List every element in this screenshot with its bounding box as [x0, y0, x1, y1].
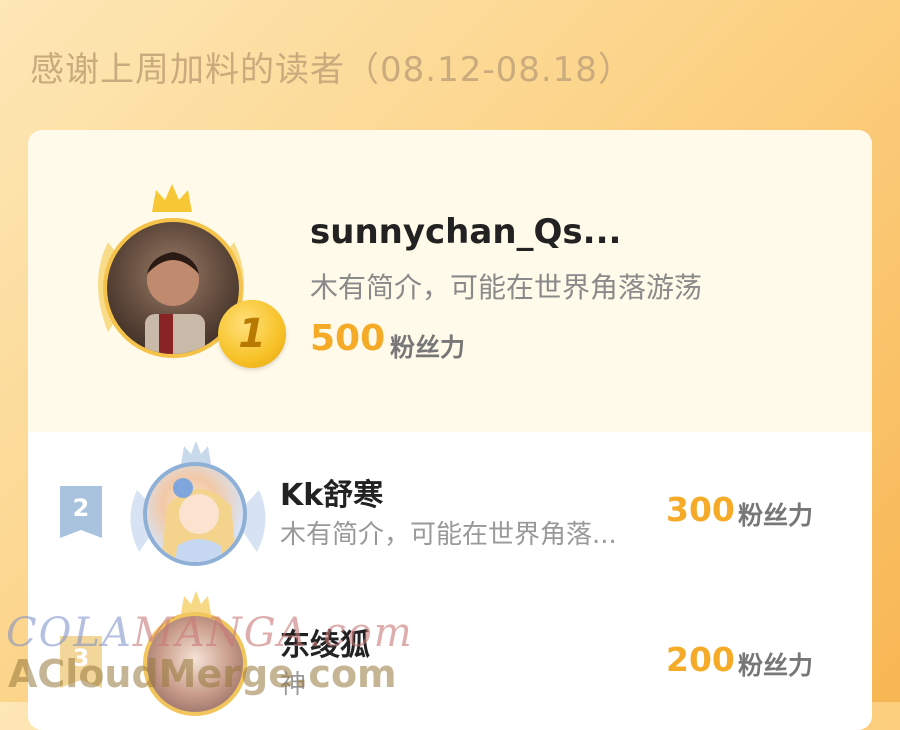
watermark: COLAMANGA.com — [6, 610, 414, 656]
fan-power-label: 粉丝力 — [738, 501, 814, 530]
fan-power-label: 粉丝力 — [390, 333, 466, 362]
first-place-entry[interactable]: 1 sunnychan_Qs... 木有简介，可能在世界角落游荡 500 粉丝力 — [28, 130, 872, 432]
user-name[interactable]: Kk舒寒 — [280, 470, 383, 514]
user-name[interactable]: sunnychan_Qs... — [310, 212, 621, 252]
user-bio: 木有简介，可能在世界角落... — [280, 520, 617, 550]
crown-icon — [152, 184, 192, 212]
watermark: ACloudMerge.com — [8, 652, 397, 696]
watermark-text: MANGA.com — [132, 610, 414, 656]
fan-power-value: 300 — [666, 490, 735, 529]
watermark-text: COLA — [6, 610, 133, 656]
first-place-avatar-frame: 1 — [68, 182, 286, 382]
user-bio: 木有简介，可能在世界角落游荡 — [310, 271, 703, 304]
page-title: 感谢上周加料的读者（08.12-08.18） — [30, 50, 633, 90]
fan-power-value: 200 — [666, 640, 735, 679]
rank-flag: 2 — [60, 486, 102, 538]
avatar[interactable] — [143, 462, 247, 566]
list-item[interactable]: 2 Kk舒寒 木有简介，可能在世界角落... 300 粉丝力 — [28, 432, 872, 582]
fan-power-value: 500 — [310, 318, 386, 359]
fan-power-label: 粉丝力 — [738, 651, 814, 680]
rank-badge: 1 — [218, 300, 286, 368]
avatar-frame — [123, 440, 273, 580]
